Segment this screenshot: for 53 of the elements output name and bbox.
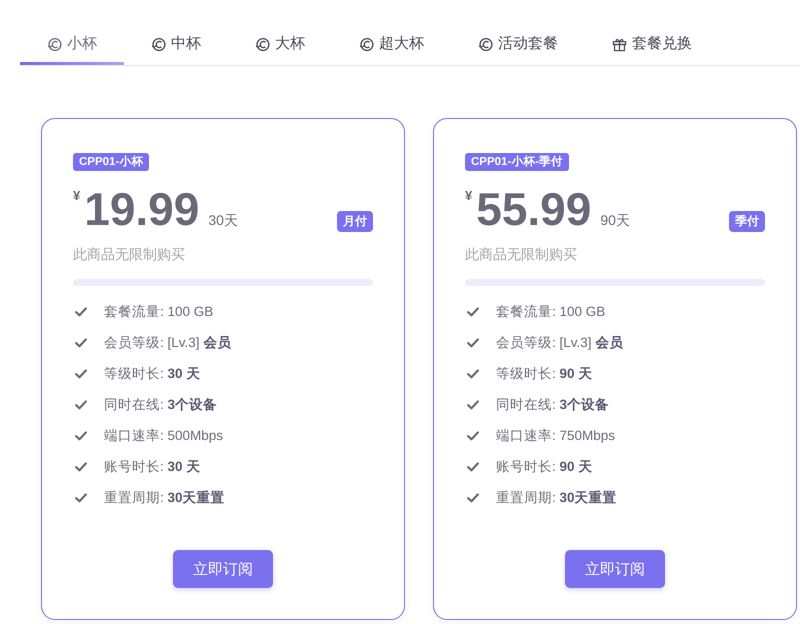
check-icon [467,368,479,378]
gift-icon [612,36,627,52]
check-icon [467,338,479,348]
price: 55.99 [476,184,592,234]
check-icon [75,338,87,348]
feature-text: 套餐流量: 100 GB [496,302,606,320]
check-icon [467,462,479,472]
check-icon [467,306,479,316]
circled-c-icon [47,36,62,52]
billing-badge: 月付 [337,211,373,232]
subscribe-button[interactable]: 立即订阅 [173,550,273,588]
tab[interactable]: 套餐兑换 [585,24,719,65]
check-icon [75,492,87,502]
feature-text: 等级时长: 30 天 [104,364,200,382]
period-label: 90天 [600,212,630,230]
feature-text: 账号时长: 30 天 [104,458,200,476]
price: 19.99 [84,184,200,234]
circled-c-icon [151,36,166,52]
check-icon [467,492,479,502]
check-icon [467,400,479,410]
check-icon [75,368,87,378]
feature-text: 会员等级: [Lv.3] 会员 [104,334,232,352]
subscribe-button[interactable]: 立即订阅 [565,550,665,588]
purchase-note: 此商品无限制购买 [465,245,578,264]
plan-code-tag: CPP01-小杯-季付 [465,153,570,171]
feature-text: 账号时长: 90 天 [496,458,592,476]
feature-text: 同时在线: 3个设备 [496,396,610,414]
feature-text: 等级时长: 90 天 [496,364,592,382]
feature-text: 同时在线: 3个设备 [104,396,218,414]
feature-text: 重置周期: 30天重置 [496,488,617,506]
billing-badge: 季付 [729,211,765,232]
circled-c-icon [359,36,374,52]
tab[interactable]: 活动套餐 [451,24,585,65]
check-icon [75,400,87,410]
check-icon [75,306,87,316]
check-icon [75,430,87,440]
currency-symbol: ¥ [73,188,80,204]
tab[interactable]: 中杯 [124,24,228,65]
feature-text: 端口速率: 750Mbps [496,426,616,444]
purchase-note: 此商品无限制购买 [73,245,186,264]
currency-symbol: ¥ [465,188,472,204]
feature-text: 端口速率: 500Mbps [104,426,224,444]
circled-c-icon [478,36,493,52]
tab[interactable]: 超大杯 [332,24,451,65]
feature-text: 重置周期: 30天重置 [104,488,225,506]
plan-code-tag: CPP01-小杯 [73,153,150,171]
check-icon [75,462,87,472]
feature-text: 会员等级: [Lv.3] 会员 [496,334,624,352]
check-icon [467,430,479,440]
tab[interactable]: 大杯 [228,24,332,65]
circled-c-icon [255,36,270,52]
period-label: 30天 [208,212,238,230]
feature-text: 套餐流量: 100 GB [104,302,214,320]
